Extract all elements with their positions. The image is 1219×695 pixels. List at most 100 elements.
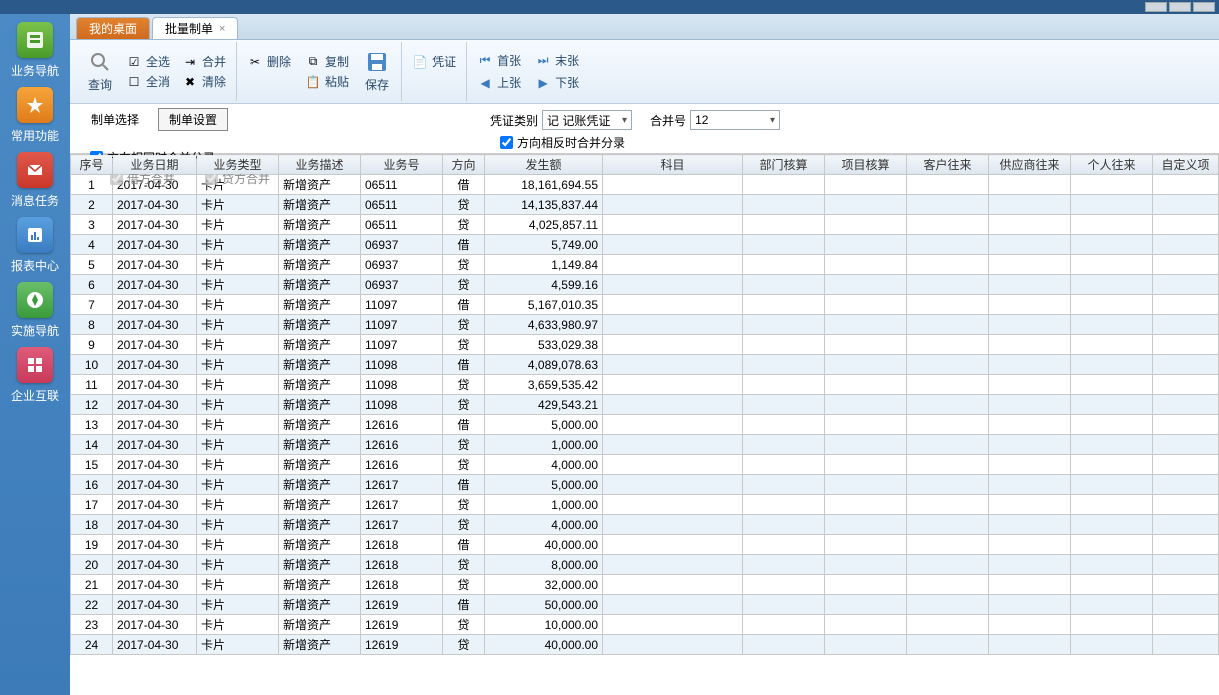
- cell-custom[interactable]: [1153, 215, 1219, 235]
- next-page-button[interactable]: ▶ 下张: [531, 74, 583, 92]
- cell-dir[interactable]: 贷: [443, 455, 485, 475]
- cell-cust[interactable]: [907, 295, 989, 315]
- cell-supp[interactable]: [989, 455, 1071, 475]
- cell-seq[interactable]: 10: [71, 355, 113, 375]
- cell-dir[interactable]: 贷: [443, 435, 485, 455]
- cell-supp[interactable]: [989, 215, 1071, 235]
- cell-amt[interactable]: 5,000.00: [485, 475, 603, 495]
- cell-dir[interactable]: 借: [443, 475, 485, 495]
- cell-proj[interactable]: [825, 535, 907, 555]
- cell-desc[interactable]: 新增资产: [279, 215, 361, 235]
- cell-seq[interactable]: 20: [71, 555, 113, 575]
- opposite-direction-merge-checkbox[interactable]: [500, 136, 513, 149]
- cell-subject[interactable]: [603, 255, 743, 275]
- cell-subject[interactable]: [603, 375, 743, 395]
- cell-dept[interactable]: [743, 575, 825, 595]
- cell-num[interactable]: 12618: [361, 575, 443, 595]
- cell-subject[interactable]: [603, 495, 743, 515]
- cell-seq[interactable]: 24: [71, 635, 113, 655]
- cell-supp[interactable]: [989, 195, 1071, 215]
- cell-type[interactable]: 卡片: [197, 235, 279, 255]
- cell-amt[interactable]: 5,167,010.35: [485, 295, 603, 315]
- cell-desc[interactable]: 新增资产: [279, 335, 361, 355]
- cell-num[interactable]: 06511: [361, 195, 443, 215]
- cell-dir[interactable]: 贷: [443, 575, 485, 595]
- cell-subject[interactable]: [603, 615, 743, 635]
- voucher-button[interactable]: 📄 凭证: [408, 53, 460, 71]
- cell-amt[interactable]: 4,025,857.11: [485, 215, 603, 235]
- cell-num[interactable]: 12619: [361, 595, 443, 615]
- cell-amt[interactable]: 4,000.00: [485, 515, 603, 535]
- cell-proj[interactable]: [825, 475, 907, 495]
- cell-subject[interactable]: [603, 535, 743, 555]
- cell-dir[interactable]: 贷: [443, 335, 485, 355]
- cell-supp[interactable]: [989, 235, 1071, 255]
- cell-proj[interactable]: [825, 455, 907, 475]
- cell-dir[interactable]: 贷: [443, 495, 485, 515]
- cell-desc[interactable]: 新增资产: [279, 315, 361, 335]
- cell-num[interactable]: 11098: [361, 355, 443, 375]
- table-row[interactable]: 102017-04-30卡片新增资产11098借4,089,078.63: [71, 355, 1219, 375]
- cell-desc[interactable]: 新增资产: [279, 515, 361, 535]
- deselect-all-button[interactable]: ☐ 全消: [122, 73, 174, 91]
- cell-custom[interactable]: [1153, 175, 1219, 195]
- cell-seq[interactable]: 16: [71, 475, 113, 495]
- cell-seq[interactable]: 7: [71, 295, 113, 315]
- cell-supp[interactable]: [989, 375, 1071, 395]
- cell-supp[interactable]: [989, 175, 1071, 195]
- cell-proj[interactable]: [825, 555, 907, 575]
- cell-cust[interactable]: [907, 375, 989, 395]
- table-row[interactable]: 122017-04-30卡片新增资产11098贷429,543.21: [71, 395, 1219, 415]
- sidebar-item-enterprise[interactable]: 企业互联: [9, 347, 61, 404]
- col-header-seq[interactable]: 序号: [71, 155, 113, 175]
- titlebar[interactable]: [0, 0, 1219, 14]
- subtab-select[interactable]: 制单选择: [80, 108, 150, 131]
- cell-proj[interactable]: [825, 415, 907, 435]
- cell-desc[interactable]: 新增资产: [279, 595, 361, 615]
- cell-date[interactable]: 2017-04-30: [113, 535, 197, 555]
- cell-desc[interactable]: 新增资产: [279, 575, 361, 595]
- table-row[interactable]: 242017-04-30卡片新增资产12619贷40,000.00: [71, 635, 1219, 655]
- cell-seq[interactable]: 13: [71, 415, 113, 435]
- paste-button[interactable]: 📋 粘贴: [301, 73, 353, 91]
- cell-person[interactable]: [1071, 275, 1153, 295]
- cell-type[interactable]: 卡片: [197, 355, 279, 375]
- cell-desc[interactable]: 新增资产: [279, 375, 361, 395]
- cell-custom[interactable]: [1153, 315, 1219, 335]
- cell-subject[interactable]: [603, 195, 743, 215]
- col-header-cust[interactable]: 客户往来: [907, 155, 989, 175]
- cell-cust[interactable]: [907, 315, 989, 335]
- cell-cust[interactable]: [907, 615, 989, 635]
- cell-desc[interactable]: 新增资产: [279, 435, 361, 455]
- cell-proj[interactable]: [825, 355, 907, 375]
- cell-seq[interactable]: 23: [71, 615, 113, 635]
- cell-proj[interactable]: [825, 255, 907, 275]
- cell-subject[interactable]: [603, 415, 743, 435]
- save-button[interactable]: 保存: [359, 48, 395, 95]
- cell-type[interactable]: 卡片: [197, 415, 279, 435]
- cell-person[interactable]: [1071, 295, 1153, 315]
- cell-person[interactable]: [1071, 175, 1153, 195]
- cell-seq[interactable]: 18: [71, 515, 113, 535]
- voucher-type-combo[interactable]: 记 记账凭证: [542, 110, 632, 130]
- cell-cust[interactable]: [907, 195, 989, 215]
- cell-person[interactable]: [1071, 555, 1153, 575]
- cell-type[interactable]: 卡片: [197, 275, 279, 295]
- cell-cust[interactable]: [907, 535, 989, 555]
- cell-type[interactable]: 卡片: [197, 635, 279, 655]
- cell-custom[interactable]: [1153, 455, 1219, 475]
- cell-date[interactable]: 2017-04-30: [113, 415, 197, 435]
- cell-date[interactable]: 2017-04-30: [113, 355, 197, 375]
- cell-subject[interactable]: [603, 595, 743, 615]
- cell-date[interactable]: 2017-04-30: [113, 635, 197, 655]
- cell-dept[interactable]: [743, 515, 825, 535]
- cell-supp[interactable]: [989, 295, 1071, 315]
- cell-dept[interactable]: [743, 235, 825, 255]
- cell-dir[interactable]: 贷: [443, 215, 485, 235]
- cell-supp[interactable]: [989, 255, 1071, 275]
- cell-custom[interactable]: [1153, 235, 1219, 255]
- cell-amt[interactable]: 10,000.00: [485, 615, 603, 635]
- cell-date[interactable]: 2017-04-30: [113, 195, 197, 215]
- cell-type[interactable]: 卡片: [197, 555, 279, 575]
- cell-amt[interactable]: 4,089,078.63: [485, 355, 603, 375]
